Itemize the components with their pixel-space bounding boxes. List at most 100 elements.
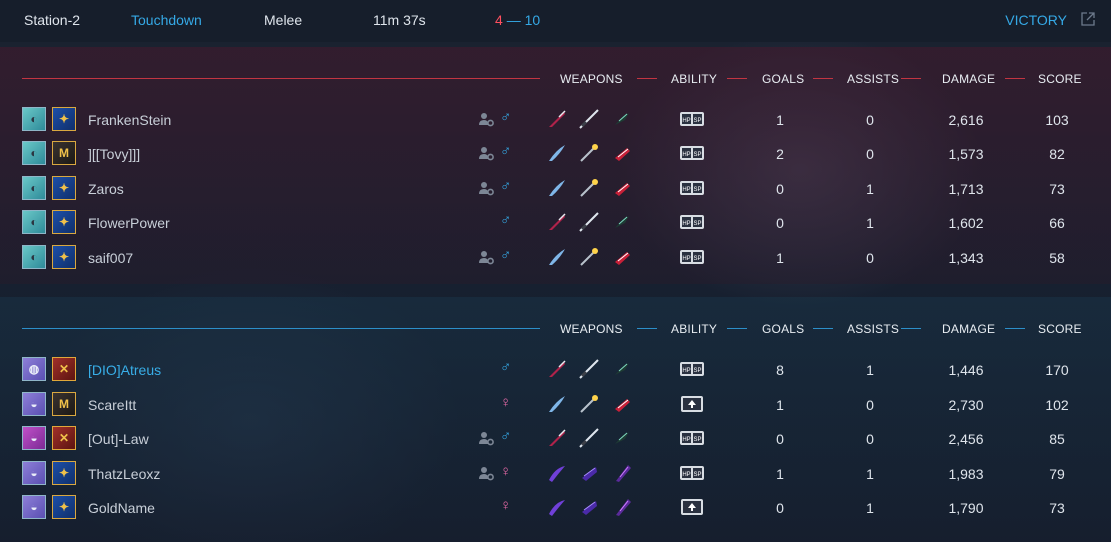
weapon-icon[interactable]: [611, 427, 633, 449]
player-name[interactable]: Zaros: [88, 181, 124, 197]
weapon-icon[interactable]: [611, 358, 633, 380]
player-row: ◒ M ScareItt ♀ 1 0 2,730 102: [0, 387, 1111, 421]
player-avatar[interactable]: ◐: [22, 107, 46, 131]
player-name[interactable]: FrankenStein: [88, 112, 171, 128]
avatar-emblem-icon: ◒: [30, 397, 38, 411]
weapon-icon[interactable]: [578, 462, 600, 484]
weapon-icon[interactable]: [546, 246, 568, 268]
weapon-icon[interactable]: [578, 142, 600, 164]
rank-badge-icon: ✦: [52, 210, 76, 234]
game-mode: Touchdown: [131, 12, 202, 28]
weapon-icon[interactable]: [611, 177, 633, 199]
rank-emblem-icon: ✦: [58, 500, 70, 514]
player-goals: 2: [776, 146, 784, 162]
weapon-icon[interactable]: [546, 177, 568, 199]
player-row: ◐ M][[Tovy]]] ♂ HP SP 2 0 1,573 82: [0, 136, 1111, 170]
weapon-icon[interactable]: [578, 108, 600, 130]
weapon-icon[interactable]: [611, 108, 633, 130]
female-icon: ♀: [500, 394, 512, 411]
player-name[interactable]: ScareItt: [88, 397, 136, 413]
weapon-icon[interactable]: [546, 427, 568, 449]
match-duration: 11m 37s: [373, 12, 426, 28]
rank-badge-icon: ✦: [52, 176, 76, 200]
player-assists: 1: [866, 181, 874, 197]
weapon-icon[interactable]: [611, 211, 633, 233]
weapon-icon[interactable]: [611, 496, 633, 518]
svg-text:HP: HP: [682, 472, 690, 478]
header-divider-line: [727, 328, 747, 329]
player-assists: 0: [866, 112, 874, 128]
column-header-ability: ABILITY: [671, 322, 718, 336]
weapon-icon[interactable]: [546, 211, 568, 233]
player-damage: 1,573: [948, 146, 984, 162]
rank-emblem-icon: M: [59, 397, 69, 411]
weapon-icon[interactable]: [578, 246, 600, 268]
weapon-icon[interactable]: [546, 142, 568, 164]
player-assists: 1: [866, 500, 874, 516]
player-avatar[interactable]: ◒: [22, 461, 46, 485]
ability-boost-icon[interactable]: [679, 395, 705, 413]
rank-badge-icon: ✦: [52, 461, 76, 485]
ability-hp-sp-icon[interactable]: HP SP: [679, 248, 705, 266]
ability-hp-sp-icon[interactable]: HP SP: [679, 179, 705, 197]
rank-badge-icon: ✦: [52, 107, 76, 131]
player-row: ◒ ✕ [Out]-Law ♂ HP SP 0 0 2,456 85: [0, 421, 1111, 455]
player-name[interactable]: [DIO]Atreus: [88, 362, 161, 378]
male-icon: ♂: [500, 109, 512, 126]
external-link-icon[interactable]: [1081, 12, 1095, 26]
weapon-icon[interactable]: [611, 142, 633, 164]
player-name[interactable]: saif007: [88, 250, 133, 266]
weapon-icon[interactable]: [546, 393, 568, 415]
weapon-icon[interactable]: [578, 211, 600, 233]
weapon-icon[interactable]: [546, 496, 568, 518]
player-avatar[interactable]: ◒: [22, 426, 46, 450]
player-avatar[interactable]: ◐: [22, 210, 46, 234]
rank-emblem-icon: ✦: [58, 181, 70, 195]
avatar-emblem-icon: ◐: [30, 181, 38, 195]
ability-hp-sp-icon[interactable]: HP SP: [679, 110, 705, 128]
weapon-icon[interactable]: [578, 427, 600, 449]
player-avatar[interactable]: ◐: [22, 141, 46, 165]
weapon-icon[interactable]: [578, 358, 600, 380]
female-icon: ♀: [500, 463, 512, 480]
ability-hp-sp-icon[interactable]: HP SP: [679, 144, 705, 162]
ability-hp-sp-icon[interactable]: HP SP: [679, 429, 705, 447]
weapon-icon[interactable]: [611, 462, 633, 484]
player-avatar[interactable]: ◐: [22, 245, 46, 269]
player-name[interactable]: FlowerPower: [88, 215, 170, 231]
weapon-icon[interactable]: [611, 246, 633, 268]
player-name[interactable]: ][[Tovy]]]: [88, 146, 140, 162]
player-score: 82: [1049, 146, 1065, 162]
weapon-icon[interactable]: [546, 108, 568, 130]
player-avatar[interactable]: ◒: [22, 392, 46, 416]
weapon-icon[interactable]: [611, 393, 633, 415]
rank-emblem-icon: M: [59, 146, 69, 160]
weapon-icon[interactable]: [578, 496, 600, 518]
ability-hp-sp-icon[interactable]: HP SP: [679, 213, 705, 231]
weapon-icon[interactable]: [578, 177, 600, 199]
svg-text:SP: SP: [693, 368, 701, 374]
weapon-icon[interactable]: [546, 462, 568, 484]
ability-boost-icon[interactable]: [679, 498, 705, 516]
map-name: Station-2: [24, 12, 81, 28]
ability-hp-sp-icon[interactable]: HP SP: [679, 464, 705, 482]
player-goals: 0: [776, 215, 784, 231]
weapon-icon[interactable]: [578, 393, 600, 415]
player-name[interactable]: GoldName: [88, 500, 155, 516]
weapon-icon[interactable]: [546, 358, 568, 380]
player-assists: 1: [866, 362, 874, 378]
avatar-emblem-icon: ◐: [30, 146, 38, 160]
player-name[interactable]: [Out]-Law: [88, 431, 149, 447]
ability-hp-sp-icon[interactable]: HP SP: [679, 360, 705, 378]
rank-emblem-icon: ✦: [58, 215, 70, 229]
player-score: 85: [1049, 431, 1065, 447]
player-name[interactable]: ThatzLeoxz: [88, 466, 160, 482]
player-row: ◐ ✦ FlowerPower ♂ HP SP 0 1 1,602 66: [0, 205, 1111, 239]
column-header-score: SCORE: [1038, 322, 1082, 336]
player-assists: 1: [866, 466, 874, 482]
player-avatar[interactable]: ◍: [22, 357, 46, 381]
player-avatar[interactable]: ◐: [22, 176, 46, 200]
player-damage: 1,790: [948, 500, 984, 516]
column-header-goals: GOALS: [762, 72, 805, 86]
player-avatar[interactable]: ◒: [22, 495, 46, 519]
